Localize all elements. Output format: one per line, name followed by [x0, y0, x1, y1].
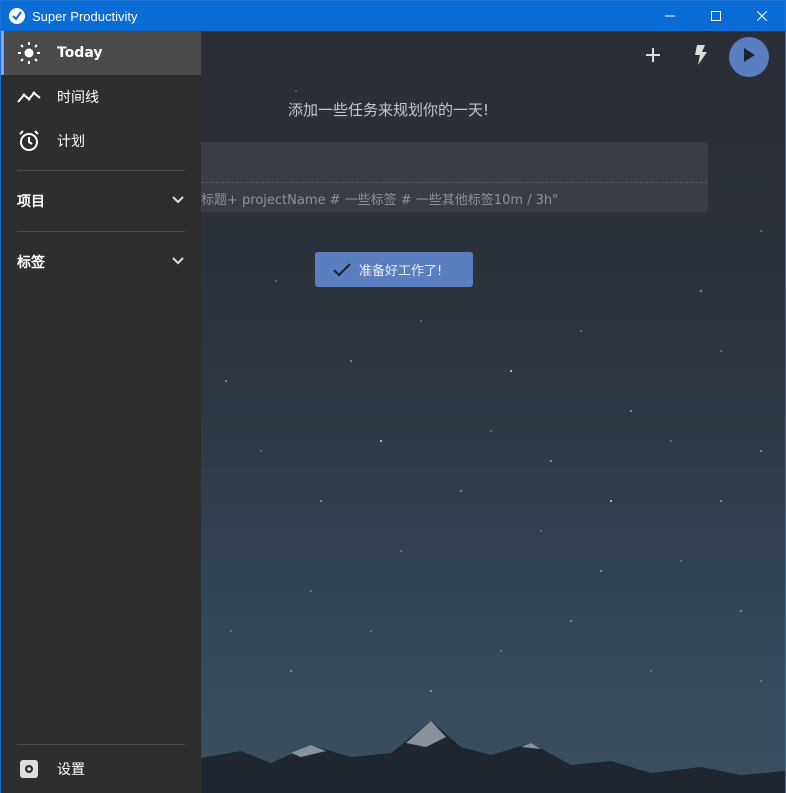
section-label: 项目 — [17, 194, 45, 210]
plus-icon — [645, 47, 661, 67]
add-task-button[interactable] — [633, 37, 673, 77]
sidebar-item-label: 设置 — [57, 762, 85, 778]
ready-to-work-button[interactable]: 准备好工作了! — [315, 252, 473, 287]
window-title: Super Productivity — [32, 8, 138, 24]
focus-mode-button[interactable] — [681, 37, 721, 77]
add-task-input-card[interactable]: 标题+ projectName # 一些标签 # 一些其他标签10m / 3h" — [201, 142, 708, 212]
chevron-down-icon[interactable] — [171, 193, 185, 209]
timeline-icon — [17, 85, 41, 109]
sidebar-section-tags[interactable]: 标签 — [1, 232, 201, 292]
sidebar-section-projects[interactable]: 项目 — [1, 171, 201, 231]
close-button[interactable] — [739, 1, 785, 31]
mountains-decoration — [201, 721, 785, 793]
page-heading: 添加一些任务来规划你的一天! — [287, 101, 489, 119]
check-icon — [333, 262, 351, 277]
sidebar-item-label: 计划 — [57, 134, 85, 150]
sidebar-item-today[interactable]: Today — [1, 31, 201, 75]
section-label: 标签 — [17, 255, 45, 271]
sidebar-footer: 设置 — [1, 744, 201, 793]
play-button[interactable] — [729, 37, 769, 77]
task-input-placeholder[interactable]: 标题+ projectName # 一些标签 # 一些其他标签10m / 3h" — [201, 189, 558, 208]
sidebar-item-timeline[interactable]: 时间线 — [1, 75, 201, 119]
maximize-button[interactable] — [693, 1, 739, 31]
play-icon — [742, 47, 756, 67]
toolbar — [625, 37, 769, 77]
sidebar-item-settings[interactable]: 设置 — [1, 745, 201, 793]
sidebar-item-plan[interactable]: 计划 — [1, 119, 201, 163]
title-bar: Super Productivity — [1, 1, 785, 31]
sidebar: Today 时间线 计划 项目 标签 设置 — [1, 31, 201, 793]
chevron-down-icon[interactable] — [171, 254, 185, 270]
minimize-button[interactable] — [647, 1, 693, 31]
window-controls — [647, 1, 785, 31]
alarm-clock-icon — [17, 129, 41, 153]
gear-icon — [17, 757, 41, 781]
app-logo-icon — [9, 8, 25, 24]
lightning-icon — [694, 45, 708, 69]
sidebar-item-label: 时间线 — [57, 90, 99, 106]
input-divider — [201, 182, 708, 183]
sun-icon — [17, 41, 41, 65]
sidebar-item-label: Today — [57, 45, 103, 61]
ready-button-label: 准备好工作了! — [359, 264, 443, 279]
